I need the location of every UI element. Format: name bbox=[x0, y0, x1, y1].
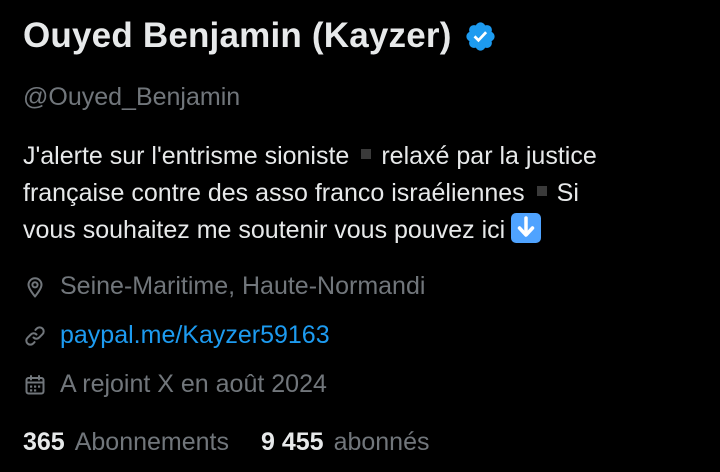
followers-count: 9 455 bbox=[261, 428, 324, 456]
follow-stats: 365 Abonnements 9 455 abonnés bbox=[23, 428, 430, 457]
user-handle: @Ouyed_Benjamin bbox=[23, 83, 241, 111]
bio-text: J'alerte sur l'entrisme sioniste bbox=[23, 142, 350, 170]
following-stat[interactable]: 365 Abonnements bbox=[23, 428, 229, 457]
bio-text: relaxé par la justice bbox=[381, 142, 597, 170]
joined-row: A rejoint X en août 2024 bbox=[23, 370, 327, 399]
following-label: Abonnements bbox=[74, 428, 229, 456]
link-icon bbox=[23, 324, 47, 348]
following-count: 365 bbox=[23, 428, 65, 456]
location-pin-icon bbox=[23, 275, 47, 299]
website-row[interactable]: paypal.me/Kayzer59163 bbox=[23, 321, 330, 350]
bio-text: française contre des asso franco israéli… bbox=[23, 179, 525, 207]
down-arrow-emoji-icon bbox=[511, 213, 542, 244]
black-small-square-icon bbox=[361, 149, 372, 160]
bio-line-2: française contre des asso franco israéli… bbox=[23, 175, 703, 212]
location-text: Seine-Maritime, Haute-Normandi bbox=[60, 272, 426, 300]
calendar-icon bbox=[23, 373, 47, 397]
followers-stat[interactable]: 9 455 abonnés bbox=[261, 428, 430, 457]
joined-text: A rejoint X en août 2024 bbox=[60, 370, 327, 398]
bio-text: Si bbox=[556, 179, 579, 207]
verified-badge-icon[interactable] bbox=[464, 20, 497, 53]
website-link[interactable]: paypal.me/Kayzer59163 bbox=[60, 321, 330, 350]
followers-label: abonnés bbox=[333, 428, 430, 456]
bio-line-3: vous souhaitez me soutenir vous pouvez i… bbox=[23, 212, 703, 249]
bio-text: vous souhaitez me soutenir vous pouvez i… bbox=[23, 216, 506, 244]
name-row: Ouyed Benjamin (Kayzer) bbox=[23, 14, 497, 58]
black-small-square-icon bbox=[536, 186, 547, 197]
bio-line-1: J'alerte sur l'entrisme sioniste relaxé p… bbox=[23, 138, 703, 175]
location-row: Seine-Maritime, Haute-Normandi bbox=[23, 272, 425, 301]
display-name: Ouyed Benjamin (Kayzer) bbox=[23, 16, 452, 55]
bio: J'alerte sur l'entrisme sioniste relaxé p… bbox=[23, 138, 703, 249]
